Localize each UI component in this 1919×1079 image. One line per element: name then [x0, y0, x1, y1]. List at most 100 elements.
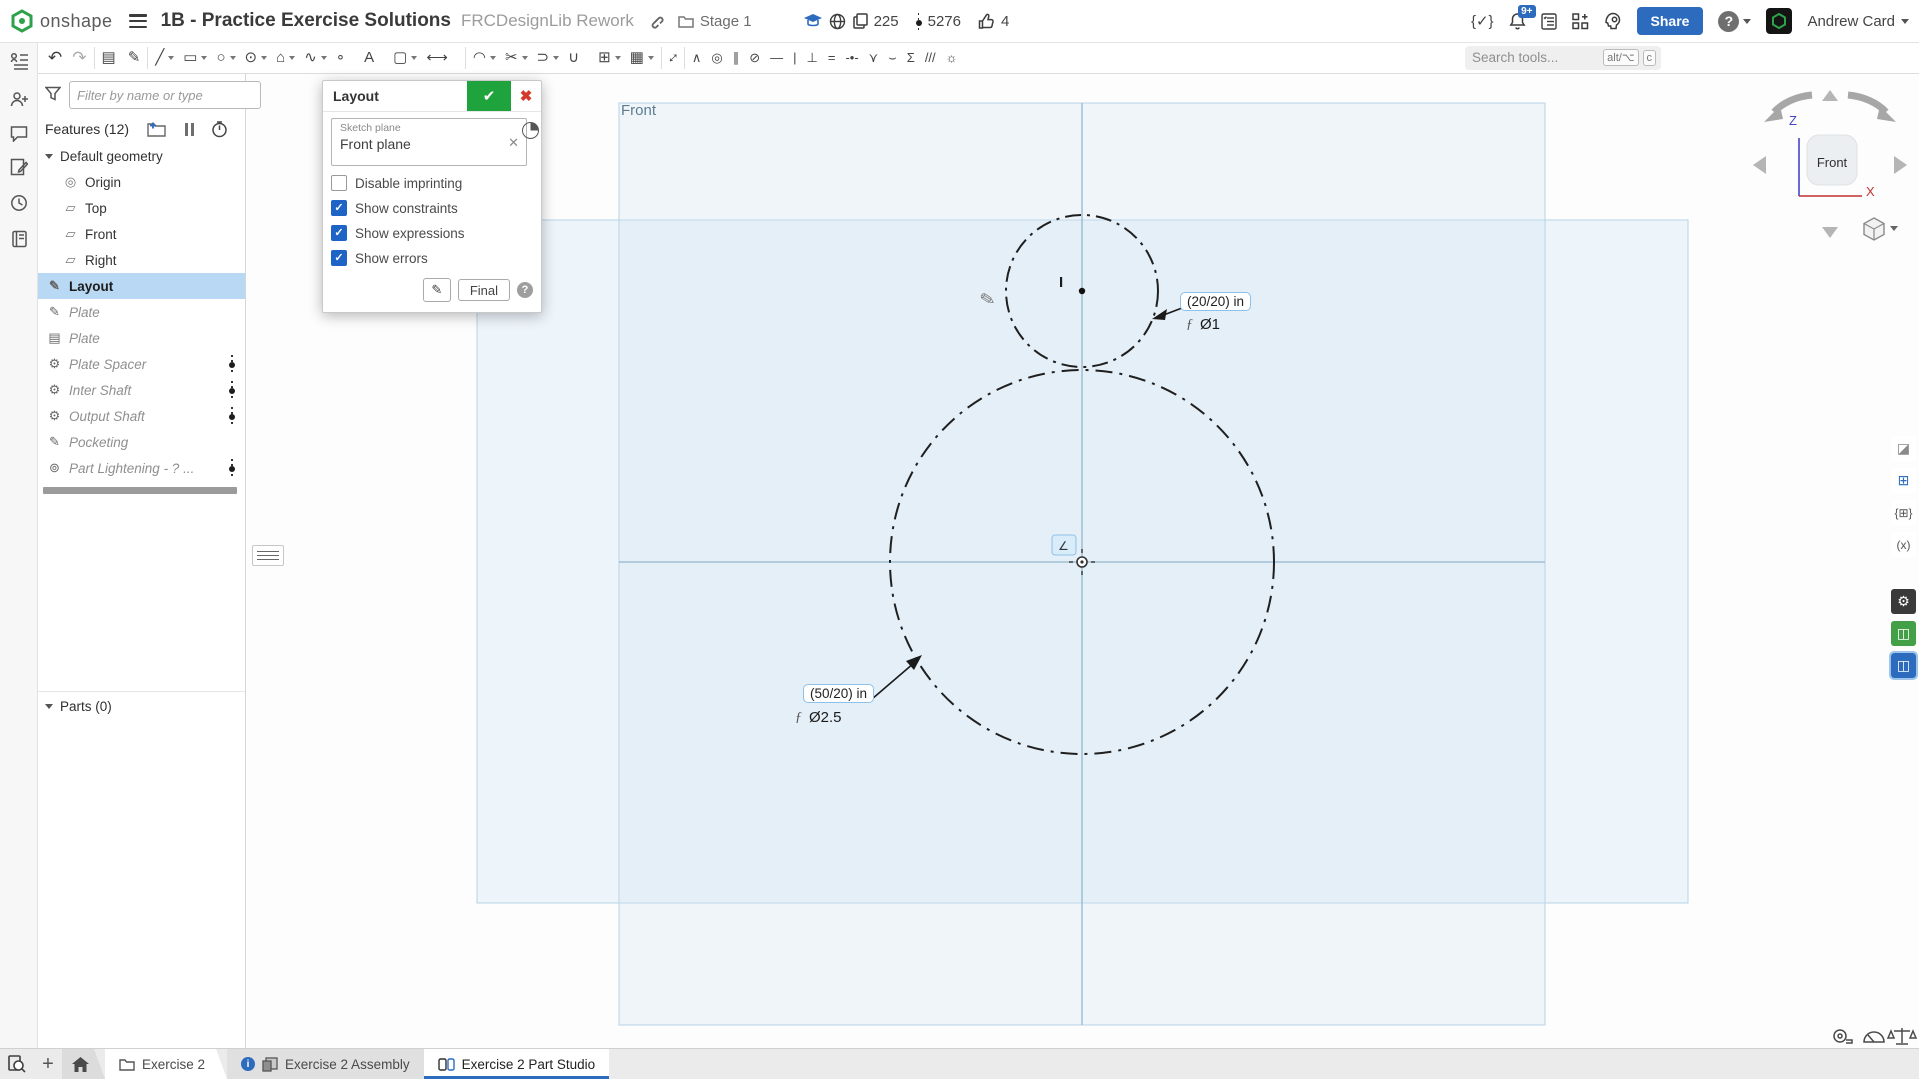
notifications-bell-icon[interactable]: 9+: [1509, 12, 1526, 30]
standard-content-panel-icon[interactable]: ◫: [1891, 621, 1916, 646]
copies-stat[interactable]: 225: [853, 13, 899, 30]
equal-constraint-icon[interactable]: =: [828, 45, 836, 71]
appearance-panel-icon[interactable]: ◪: [1891, 436, 1916, 461]
insert-image-tool-icon[interactable]: ▦: [630, 45, 654, 71]
likes-stat[interactable]: 4: [978, 13, 1009, 30]
pattern-tool-icon[interactable]: ⊞: [598, 45, 621, 71]
follow-users-icon[interactable]: [8, 88, 30, 110]
custom-tables-panel-icon[interactable]: {⊞}: [1891, 500, 1916, 525]
clear-selection-icon[interactable]: ✕: [508, 135, 519, 151]
dimension-tool-icon[interactable]: ⟷: [426, 45, 458, 71]
search-tools-input[interactable]: [1470, 49, 1599, 66]
suppress-pause-icon[interactable]: [185, 123, 194, 136]
pierce-constraint-flag[interactable]: ∠: [1052, 535, 1076, 555]
feature-list-toggle-button[interactable]: [252, 545, 284, 566]
sketch-plane-field[interactable]: Sketch plane Front plane ✕: [331, 118, 527, 166]
app-store-icon[interactable]: [1572, 13, 1589, 30]
show-constraints-icon[interactable]: ☼: [946, 45, 958, 71]
default-plane-right[interactable]: ▱ Right: [37, 247, 245, 273]
feature-pocketing[interactable]: ✎ Pocketing: [37, 429, 245, 455]
default-geometry-group[interactable]: Default geometry: [37, 143, 245, 169]
rollback-bar[interactable]: [43, 487, 237, 494]
fillet-tool-icon[interactable]: ◠: [473, 45, 496, 71]
onshape-logo[interactable]: onshape: [10, 9, 113, 33]
small-circle-center-point[interactable]: [1079, 288, 1085, 294]
create-folder-icon[interactable]: [147, 121, 166, 140]
disable-imprinting-checkbox[interactable]: Disable imprinting: [331, 175, 533, 191]
feature-plate-extrude[interactable]: ▤ Plate: [37, 325, 245, 351]
view-cube-face-label[interactable]: Front: [1807, 155, 1857, 170]
share-button[interactable]: Share: [1637, 7, 1704, 35]
redo-icon[interactable]: ↷: [72, 45, 86, 71]
dimension-value-small-circle[interactable]: ƒ Ø1: [1186, 316, 1220, 333]
ellipse-tool-icon[interactable]: ⊙: [245, 45, 268, 71]
vertical-constraint-icon[interactable]: |: [793, 45, 796, 71]
dimension-value-large-circle[interactable]: ƒ Ø2.5: [795, 709, 842, 726]
tab-exercise-2-part-studio[interactable]: Exercise 2 Part Studio: [424, 1049, 610, 1079]
feature-plate-spacer[interactable]: ⚙ Plate Spacer: [37, 351, 245, 377]
feature-list-icon[interactable]: [8, 50, 30, 72]
document-edit-icon[interactable]: [8, 156, 30, 178]
tangent-constraint-icon[interactable]: ⊘: [749, 45, 760, 71]
feature-plate-sketch[interactable]: ✎ Plate: [37, 299, 245, 325]
help-menu[interactable]: ?: [1718, 11, 1751, 32]
tape-measure-icon[interactable]: [1834, 1030, 1852, 1043]
education-icon[interactable]: [804, 14, 822, 28]
parallel-constraint-icon[interactable]: ∥: [733, 45, 740, 71]
show-expressions-checkbox[interactable]: Show expressions: [331, 225, 533, 241]
protractor-icon[interactable]: [1864, 1032, 1884, 1042]
sketch-mode-icon[interactable]: ✎: [128, 45, 141, 71]
notebook-icon[interactable]: [8, 228, 30, 250]
insert-detail-icon[interactable]: ▤: [102, 45, 116, 71]
dimension-expression-small-circle[interactable]: (20/20) in: [1180, 292, 1251, 311]
public-globe-icon[interactable]: [829, 13, 846, 30]
feature-inter-shaft[interactable]: ⚙ Inter Shaft: [37, 377, 245, 403]
feature-filter-input[interactable]: [69, 81, 261, 109]
search-tabs-icon[interactable]: [0, 1049, 34, 1079]
manage-constraints-icon[interactable]: Σ: [907, 45, 915, 71]
rotate-up-arrow[interactable]: [1822, 90, 1838, 101]
concentric-constraint-icon[interactable]: ◎: [711, 45, 722, 71]
search-tools-box[interactable]: alt/⌥ c: [1465, 46, 1661, 70]
usage-stat[interactable]: 5276: [916, 13, 961, 30]
featurescript-robot-panel-icon[interactable]: ⚙: [1891, 589, 1916, 614]
cancel-x-button[interactable]: ✖: [511, 81, 541, 111]
undo-icon[interactable]: ↶: [48, 45, 62, 71]
rotate-left-step-arrow[interactable]: [1753, 156, 1766, 174]
tab-exercise-2[interactable]: Exercise 2: [105, 1049, 227, 1079]
rotate-right-step-arrow[interactable]: [1894, 156, 1907, 174]
construction-tool-icon[interactable]: ///: [925, 45, 936, 71]
vertical-constraint-tag[interactable]: I: [1059, 274, 1063, 291]
midpoint-constraint-icon[interactable]: -•-: [845, 45, 858, 71]
rotate-down-arrow[interactable]: [1822, 227, 1838, 238]
curvature-constraint-icon[interactable]: ⌣: [888, 45, 897, 71]
featurescript-check-icon[interactable]: {✓}: [1471, 12, 1494, 30]
trim-tool-icon[interactable]: ✂: [505, 45, 528, 71]
user-avatar[interactable]: [1766, 8, 1792, 34]
feature-layout[interactable]: ✎ Layout: [37, 273, 245, 299]
symmetric-constraint-icon[interactable]: ⋎: [869, 45, 879, 71]
mirror-tool-icon[interactable]: ∪: [568, 45, 589, 71]
tasks-list-icon[interactable]: [1541, 13, 1557, 30]
point-tool-icon[interactable]: ∘: [336, 45, 355, 71]
measure-tool-icon[interactable]: ↕: [669, 45, 677, 71]
scale-balance-icon[interactable]: [1888, 1028, 1916, 1044]
tab-exercise-2-assembly[interactable]: i Exercise 2 Assembly: [227, 1049, 424, 1079]
home-tab[interactable]: [62, 1049, 105, 1079]
sketch-only-toggle-icon[interactable]: [522, 122, 539, 139]
rollback-timer-icon[interactable]: [211, 121, 228, 141]
dialog-help-icon[interactable]: ?: [517, 282, 533, 298]
coincident-constraint-icon[interactable]: ∧: [692, 45, 702, 71]
history-clock-icon[interactable]: [8, 192, 30, 214]
circle-tool-icon[interactable]: ○: [216, 45, 235, 71]
view-options-cube-icon[interactable]: [1864, 218, 1898, 240]
variables-panel-icon[interactable]: (x): [1891, 532, 1916, 557]
show-constraints-checkbox[interactable]: Show constraints: [331, 200, 533, 216]
text-tool-icon[interactable]: A: [364, 45, 384, 71]
copy-link-icon[interactable]: [648, 13, 664, 29]
horizontal-constraint-icon[interactable]: —: [770, 45, 783, 71]
line-tool-icon[interactable]: ╱: [155, 45, 174, 71]
learning-center-icon[interactable]: [1604, 12, 1622, 30]
new-tab-plus-button[interactable]: +: [34, 1049, 62, 1079]
slot-tool-icon[interactable]: ▢: [393, 45, 417, 71]
